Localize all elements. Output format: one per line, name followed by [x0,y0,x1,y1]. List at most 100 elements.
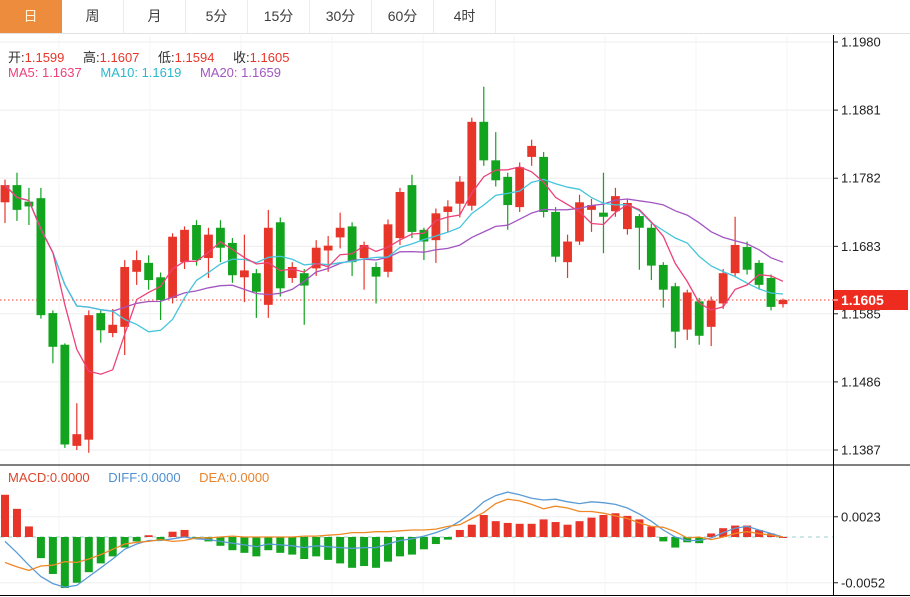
candle [360,242,369,290]
high-label: 高: [83,50,100,65]
candle [408,175,417,238]
macd-bar [456,530,464,537]
macd-bar [647,526,655,537]
candle [503,173,512,230]
tab-5min[interactable]: 5分 [186,0,248,33]
macd-bar [516,524,524,537]
macd-value: 0.0000 [50,470,90,485]
candle [575,195,584,245]
candle [515,162,524,212]
candle [635,214,644,270]
candle [479,87,488,166]
macd-bar [13,509,21,537]
price-axis-label: 1.1980 [841,35,881,50]
candle [647,224,656,280]
ma10-value: 1.1619 [142,65,182,80]
low-value: 1.1594 [175,50,215,65]
tab-day[interactable]: 日 [0,0,62,33]
candle [156,272,165,319]
macd-bar [360,537,368,566]
candle [527,140,536,166]
price-axis-label: 1.1782 [841,171,881,186]
ma-legend: MA5: 1.1637 MA10: 1.1619 MA20: 1.1659 [8,65,281,80]
tab-60min[interactable]: 60分 [372,0,434,33]
candle [264,210,273,318]
macd-bar [576,521,584,537]
kline-chart[interactable]: 1.19801.18811.17821.16831.15851.14861.13… [0,0,910,597]
candle [84,310,93,452]
macd-bar [420,537,428,549]
dea-value: 0.0000 [230,470,270,485]
macd-bar [169,532,177,537]
candle [731,217,740,278]
tab-week[interactable]: 周 [62,0,124,33]
tab-4hour[interactable]: 4时 [434,0,496,33]
tab-30min[interactable]: 30分 [310,0,372,33]
macd-bar [372,537,380,568]
macd-bar [25,526,33,537]
macd-bar [540,519,548,537]
macd-bar [181,530,189,537]
macd-bar [73,537,81,583]
macd-bar [1,495,9,537]
macd-bar [552,522,560,537]
candle [539,152,548,217]
macd-bar [564,525,572,537]
high-value: 1.1607 [100,50,140,65]
ma10-label: MA10: [100,65,138,80]
candle [144,255,153,289]
macd-bar [468,525,476,537]
candle [491,132,500,186]
macd-label: MACD: [8,470,50,485]
macd-bar [587,518,595,537]
close-value: 1.1605 [250,50,290,65]
candle [587,199,596,232]
macd-bar [49,537,57,574]
dea-label: DEA: [199,470,229,485]
macd-bar [37,537,45,558]
open-value: 1.1599 [25,50,65,65]
macd-bar [145,535,153,537]
candle [48,310,57,363]
candle [659,262,668,307]
candle [72,403,81,450]
macd-bar [528,524,536,537]
macd-bar [659,537,667,541]
macd-bar [109,537,117,556]
dea-line [5,499,783,570]
candle [96,310,105,342]
ma5-value: 1.1637 [42,65,82,80]
macd-bar [336,537,344,563]
macd-bar [121,537,129,548]
candle [60,343,69,448]
tab-15min[interactable]: 15分 [248,0,310,33]
interval-tabs: 日 周 月 5分 15分 30分 60分 4时 [0,0,910,34]
macd-bar [671,537,679,548]
candle [372,262,381,303]
price-axis: 1.19801.18811.17821.16831.15851.14861.13… [833,35,881,458]
macd-bar [432,537,440,544]
candles-layer [1,87,788,453]
ma20-value: 1.1659 [241,65,281,80]
candle [599,173,608,253]
macd-bar [85,537,93,572]
diff-label: DIFF: [108,470,141,485]
macd-bar [324,537,332,560]
candle [467,118,476,211]
candle [779,299,788,308]
macd-axis-label: -0.0052 [841,575,885,590]
macd-axis-label: 0.0023 [841,509,881,524]
diff-value: 0.0000 [141,470,181,485]
macd-bar [599,515,607,537]
candle [707,297,716,347]
macd-axis: 0.0023 -0.0052 [833,509,885,590]
macd-bar [480,515,488,537]
candle [132,250,141,284]
tab-month[interactable]: 月 [124,0,186,33]
ma20-label: MA20: [200,65,238,80]
ma5-label: MA5: [8,65,38,80]
macd-bar [492,521,500,537]
macd-bar [384,537,392,562]
price-axis-label: 1.1387 [841,443,881,458]
macd-bar [444,537,452,540]
